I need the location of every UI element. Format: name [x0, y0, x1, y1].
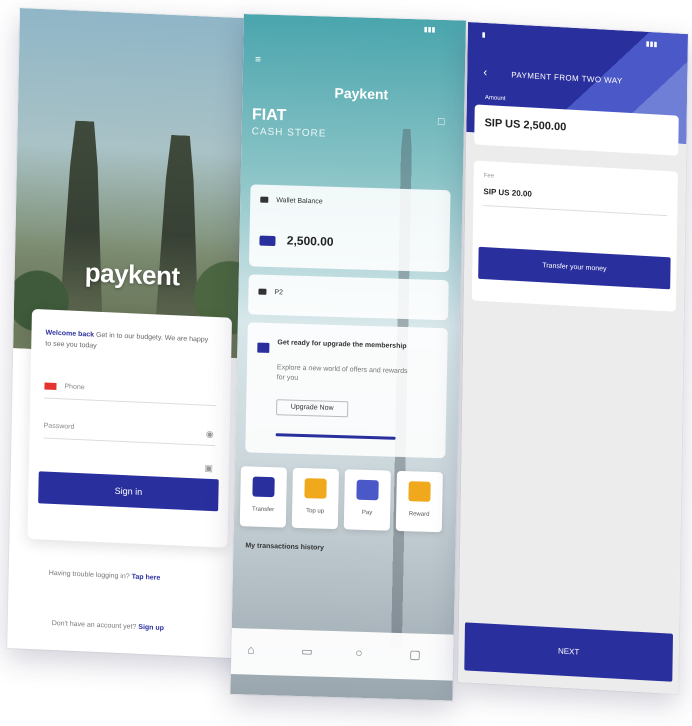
lock-icon: ▣ — [204, 462, 214, 474]
balance-amount: 2,500.00 — [286, 233, 334, 249]
signup-text: Don't have an account yet? Sign up — [52, 620, 164, 632]
tile-transfer[interactable]: Transfer — [239, 466, 287, 528]
back-icon[interactable]: ‹ — [483, 65, 487, 79]
top-up-icon — [304, 478, 327, 499]
pay-icon — [356, 479, 379, 501]
transfer-screen: ▮ ▮▮▮ ‹ PAYMENT FROM TWO WAY Amount SIP … — [458, 22, 688, 695]
tile-label: Pay — [361, 509, 373, 517]
menu-icon[interactable]: ≡ — [255, 54, 261, 65]
promo-icon — [257, 342, 270, 353]
divider — [483, 204, 668, 217]
forgot-link[interactable]: Tap here — [132, 574, 161, 582]
wallet-label: Wallet Balance — [276, 197, 323, 206]
secondary-label-row: P2 — [258, 288, 284, 297]
star-icon — [408, 481, 431, 502]
bottom-nav: ⌂ ▭ ○ ▢ — [230, 628, 454, 681]
tile-label: Reward — [408, 511, 430, 518]
promo-progress — [275, 433, 396, 440]
sign-in-button[interactable]: Sign in — [38, 471, 219, 512]
balance-card[interactable]: Wallet Balance 2,500.00 — [248, 184, 451, 273]
password-field[interactable]: Password ◉ — [43, 415, 216, 447]
profile-icon[interactable]: ▢ — [409, 647, 421, 661]
signup-link[interactable]: Sign up — [138, 624, 164, 632]
amount-caption: Amount — [484, 94, 506, 103]
promo-button[interactable]: Upgrade Now — [276, 399, 349, 418]
promo-card[interactable]: Get ready for upgrade the membership Exp… — [245, 322, 448, 459]
welcome-text: Welcome back Get in to our budgety. We a… — [45, 327, 215, 357]
password-placeholder: Password — [43, 422, 75, 431]
forgot-text: Having trouble logging in? Tap here — [49, 570, 161, 582]
eye-icon[interactable]: ◉ — [206, 423, 214, 445]
status-bar-icons: ▮▮▮ — [423, 26, 436, 34]
fee-value[interactable]: SIP US 20.00 — [483, 187, 531, 199]
tile-top-up[interactable]: Top up — [291, 467, 339, 530]
promo-title: Get ready for upgrade the membership — [277, 339, 407, 351]
secondary-card[interactable]: P2 — [248, 274, 449, 321]
login-card: Welcome back Get in to our budgety. We a… — [27, 308, 233, 548]
phone-placeholder: Phone — [64, 383, 85, 392]
notification-icon[interactable]: □ — [438, 116, 445, 128]
card-icon[interactable]: ▭ — [301, 644, 313, 658]
secondary-label: P2 — [274, 289, 284, 297]
tile-label: Top up — [306, 508, 325, 515]
balance-row: 2,500.00 — [259, 233, 334, 249]
signup-label: Don't have an account yet? — [51, 619, 137, 631]
flag-icon — [44, 382, 57, 390]
promo-text: Explore a new world of offers and reward… — [276, 364, 408, 382]
page-subtitle: CASH STORE — [251, 126, 327, 140]
tile-reward[interactable]: Reward — [395, 470, 443, 533]
status-time: ▮ — [481, 31, 486, 39]
transfer-icon — [252, 476, 275, 498]
login-screen: paykent Welcome back Get in to our budge… — [7, 8, 261, 659]
brand-logo: paykent — [84, 257, 180, 292]
tile-pay[interactable]: Pay — [343, 469, 391, 531]
dashboard-screen: ▮▮▮ ≡ Paykent □ FIAT CASH STORE Wallet B… — [230, 14, 466, 701]
chat-icon[interactable]: ○ — [355, 646, 363, 660]
page-title: PAYMENT FROM TWO WAY — [511, 70, 623, 86]
amount-value: SIP US 2,500.00 — [484, 116, 567, 134]
home-icon[interactable]: ⌂ — [247, 642, 255, 656]
fee-caption: Fee — [483, 172, 495, 180]
transfer-button[interactable]: Transfer your money — [478, 246, 671, 290]
tile-label: Transfer — [251, 506, 275, 514]
wallet-label-row: Wallet Balance — [260, 196, 323, 206]
phone-field[interactable]: Phone — [44, 375, 217, 407]
wallet-icon — [260, 196, 269, 203]
page-title: FIAT — [251, 106, 287, 125]
welcome-bold: Welcome back — [45, 329, 95, 339]
brand-logo: Paykent — [334, 84, 389, 103]
card-icon — [258, 288, 267, 295]
status-bar-icons: ▮▮▮ — [645, 40, 658, 49]
forgot-label: Having trouble logging in? — [48, 569, 130, 581]
temple-background — [13, 8, 261, 359]
transfer-form: Fee SIP US 20.00 Transfer your money — [471, 160, 678, 312]
currency-icon — [259, 235, 276, 246]
